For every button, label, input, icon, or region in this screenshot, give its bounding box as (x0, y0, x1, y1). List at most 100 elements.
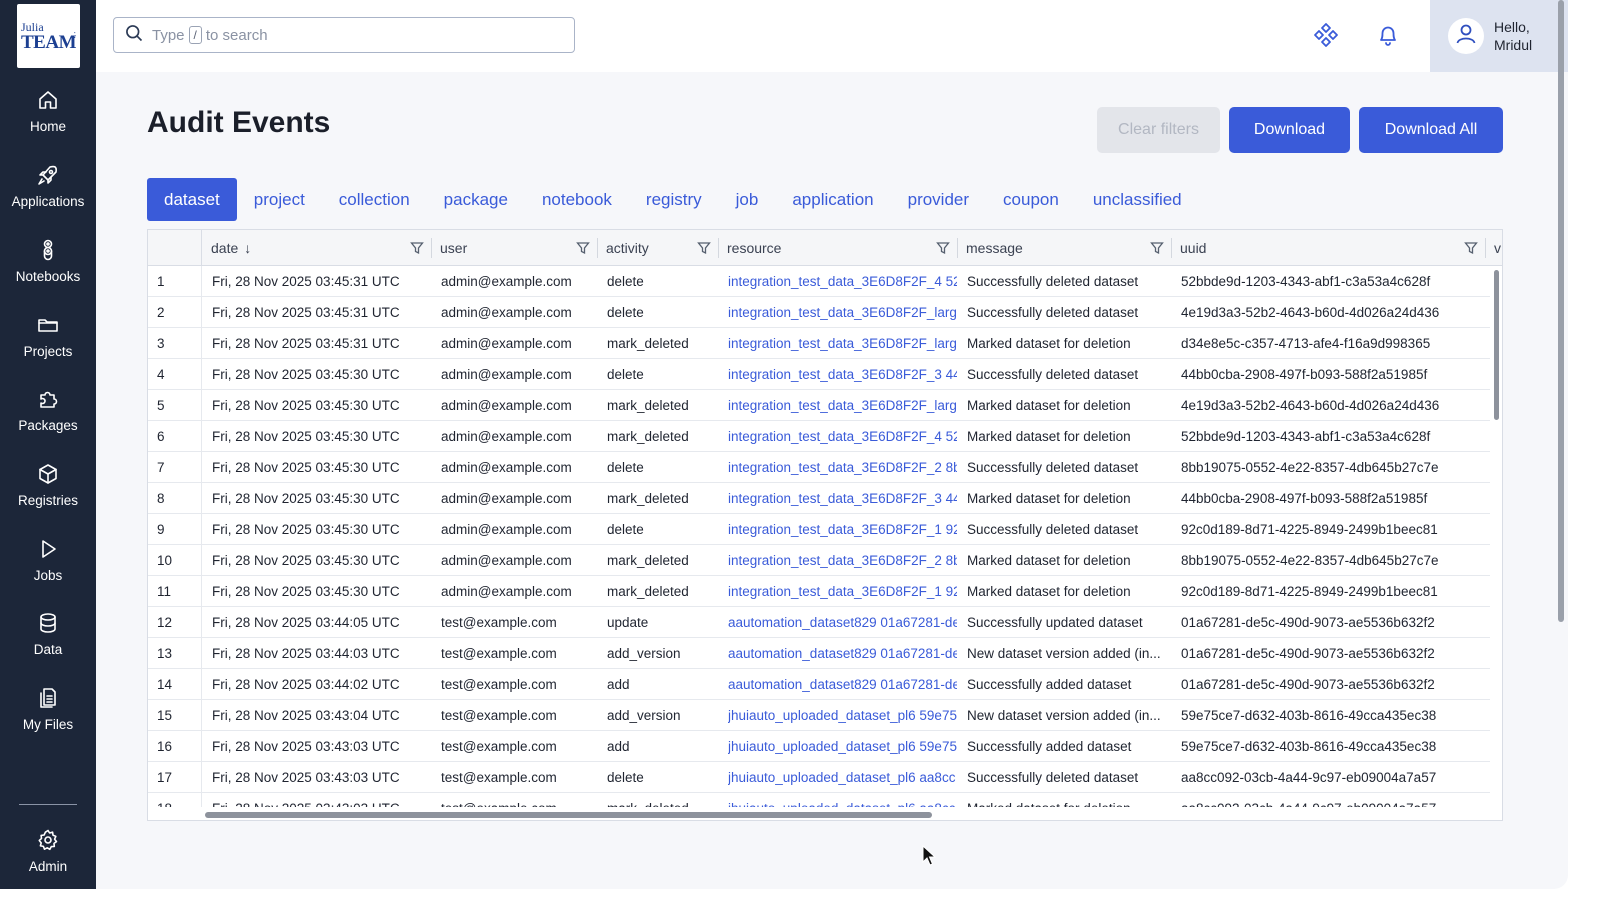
tab-dataset[interactable]: dataset (147, 178, 237, 221)
column-header-activity[interactable]: activity (598, 230, 719, 266)
message-cell: Marked dataset for deletion (967, 429, 1131, 444)
user-menu[interactable]: Hello, Mridul (1430, 0, 1568, 72)
tab-notebook[interactable]: notebook (525, 178, 629, 221)
message-cell: Marked dataset for deletion (967, 398, 1131, 413)
resource-link[interactable]: aautomation_dataset829 01a67281-de (728, 607, 957, 638)
download-button[interactable]: Download (1229, 107, 1350, 153)
message-cell: Successfully deleted dataset (967, 770, 1139, 785)
resource-link[interactable]: jhuiauto_uploaded_dataset_pl6 59e75 (728, 731, 957, 762)
sidebar-item-applications[interactable]: Applications (0, 159, 96, 229)
filter-icon[interactable] (1464, 241, 1478, 255)
filter-icon[interactable] (936, 241, 950, 255)
resource-link[interactable]: aautomation_dataset829 01a67281-de (728, 669, 957, 700)
sidebar-item-admin[interactable]: Admin (0, 824, 96, 889)
sidebar-item-label: My Files (22, 717, 74, 732)
table-row[interactable]: 2 Fri, 28 Nov 2025 03:45:31 UTC admin@exam… (148, 297, 1490, 328)
resource-link[interactable]: integration_test_data_3E6D8F2F_2 8b (728, 452, 957, 483)
table-row[interactable]: 1 Fri, 28 Nov 2025 03:45:31 UTC admin@exam… (148, 266, 1490, 297)
message-cell: New dataset version added (in... (967, 708, 1161, 723)
column-header-resource[interactable]: resource (719, 230, 958, 266)
column-header-v[interactable]: v (1486, 230, 1502, 266)
resource-link[interactable]: jhuiauto_uploaded_dataset_pl6 aa8cc (728, 793, 957, 807)
column-header-user[interactable]: user (432, 230, 598, 266)
table-row[interactable]: 4 Fri, 28 Nov 2025 03:45:30 UTC admin@exam… (148, 359, 1490, 390)
resource-link[interactable]: integration_test_data_3E6D8F2F_larg (728, 328, 957, 359)
user-cell: admin@example.com (441, 584, 572, 599)
resource-link[interactable]: integration_test_data_3E6D8F2F_2 8b (728, 545, 957, 576)
resource-link[interactable]: integration_test_data_3E6D8F2F_1 92 (728, 576, 957, 607)
page-scrollbar[interactable] (1558, 0, 1564, 622)
sidebar-item-label: Projects (23, 344, 73, 359)
uuid-cell: 44bb0cba-2908-497f-b093-588f2a51985f (1181, 491, 1428, 506)
date-cell: Fri, 28 Nov 2025 03:43:04 UTC (212, 708, 400, 723)
resource-link[interactable]: integration_test_data_3E6D8F2F_4 52 (728, 266, 957, 297)
resource-link[interactable]: integration_test_data_3E6D8F2F_3 44 (728, 359, 957, 390)
sort-descending-icon[interactable]: ↓ (244, 240, 251, 256)
column-header-message[interactable]: message (958, 230, 1172, 266)
table-horizontal-scrollbar[interactable] (205, 812, 932, 818)
filter-icon[interactable] (576, 241, 590, 255)
table-row[interactable]: 9 Fri, 28 Nov 2025 03:45:30 UTC admin@exam… (148, 514, 1490, 545)
table-row[interactable]: 17 Fri, 28 Nov 2025 03:43:03 UTC test@exam… (148, 762, 1490, 793)
table-row[interactable]: 12 Fri, 28 Nov 2025 03:44:05 UTC test@exam… (148, 607, 1490, 638)
tab-unclassified[interactable]: unclassified (1076, 178, 1199, 221)
sidebar-item-notebooks[interactable]: Notebooks (0, 234, 96, 304)
tab-package[interactable]: package (427, 178, 525, 221)
table-row[interactable]: 7 Fri, 28 Nov 2025 03:45:30 UTC admin@exam… (148, 452, 1490, 483)
table-row[interactable]: 11 Fri, 28 Nov 2025 03:45:30 UTC admin@exa… (148, 576, 1490, 607)
tab-registry[interactable]: registry (629, 178, 719, 221)
sidebar-item-projects[interactable]: Projects (0, 309, 96, 379)
table-row[interactable]: 18 Fri, 28 Nov 2025 03:43:03 UTC test@exam… (148, 793, 1490, 807)
table-row[interactable]: 10 Fri, 28 Nov 2025 03:45:30 UTC admin@exa… (148, 545, 1490, 576)
table-row[interactable]: 13 Fri, 28 Nov 2025 03:44:03 UTC test@exam… (148, 638, 1490, 669)
table-row[interactable]: 5 Fri, 28 Nov 2025 03:45:30 UTC admin@exam… (148, 390, 1490, 421)
tab-coupon[interactable]: coupon (986, 178, 1076, 221)
sidebar-item-packages[interactable]: Packages (0, 383, 96, 453)
clear-filters-button[interactable]: Clear filters (1097, 107, 1220, 153)
diamond-grid-icon[interactable] (1313, 22, 1339, 48)
resource-link[interactable]: jhuiauto_uploaded_dataset_pl6 aa8cc (728, 762, 957, 793)
column-header-date[interactable]: date ↓ (203, 230, 432, 266)
resource-link[interactable]: integration_test_data_3E6D8F2F_4 52 (728, 421, 957, 452)
uuid-cell: 59e75ce7-d632-403b-8616-49cca435ec38 (1181, 739, 1437, 754)
database-icon (36, 611, 60, 635)
table-vertical-scrollbar[interactable] (1494, 270, 1499, 420)
activity-cell: mark_deleted (607, 793, 718, 807)
table-row[interactable]: 8 Fri, 28 Nov 2025 03:45:30 UTC admin@exam… (148, 483, 1490, 514)
download-all-button[interactable]: Download All (1359, 107, 1503, 153)
table-row[interactable]: 16 Fri, 28 Nov 2025 03:43:03 UTC test@exam… (148, 731, 1490, 762)
julia-team-logo[interactable]: Julia TEAM ⁚ (17, 4, 80, 68)
filter-icon[interactable] (697, 241, 711, 255)
sidebar-item-registries[interactable]: Registries (0, 458, 96, 528)
filter-icon[interactable] (1150, 241, 1164, 255)
resource-link[interactable]: integration_test_data_3E6D8F2F_larg (728, 297, 957, 328)
table-row[interactable]: 3 Fri, 28 Nov 2025 03:45:31 UTC admin@exam… (148, 328, 1490, 359)
bell-icon[interactable] (1375, 22, 1401, 48)
column-header-uuid[interactable]: uuid (1172, 230, 1486, 266)
activity-cell: mark_deleted (607, 584, 689, 599)
resource-link[interactable]: integration_test_data_3E6D8F2F_1 92 (728, 514, 957, 545)
tab-application[interactable]: application (775, 178, 890, 221)
tab-collection[interactable]: collection (322, 178, 427, 221)
tab-project[interactable]: project (237, 178, 322, 221)
resource-link[interactable]: aautomation_dataset829 01a67281-de (728, 638, 957, 669)
sidebar-item-jobs[interactable]: Jobs (0, 533, 96, 603)
tab-provider[interactable]: provider (891, 178, 986, 221)
filter-icon[interactable] (410, 241, 424, 255)
table-row[interactable]: 15 Fri, 28 Nov 2025 03:43:04 UTC test@exam… (148, 700, 1490, 731)
row-index: 8 (148, 483, 202, 514)
greeting-text: Hello, (1494, 19, 1530, 35)
tab-job[interactable]: job (719, 178, 776, 221)
resource-link[interactable]: jhuiauto_uploaded_dataset_pl6 59e75 (728, 700, 957, 731)
table-row[interactable]: 6 Fri, 28 Nov 2025 03:45:30 UTC admin@exam… (148, 421, 1490, 452)
search-input[interactable]: Type / to search (113, 17, 575, 53)
resource-link[interactable]: integration_test_data_3E6D8F2F_larg (728, 390, 957, 421)
row-index: 11 (148, 576, 202, 607)
sidebar-item-my-files[interactable]: My Files (0, 682, 96, 752)
sidebar-item-data[interactable]: Data (0, 607, 96, 677)
table-row[interactable]: 14 Fri, 28 Nov 2025 03:44:02 UTC test@exam… (148, 669, 1490, 700)
sidebar-item-home[interactable]: Home (0, 84, 96, 154)
message-cell: Successfully deleted dataset (967, 305, 1139, 320)
resource-link[interactable]: integration_test_data_3E6D8F2F_3 44 (728, 483, 957, 514)
date-cell: Fri, 28 Nov 2025 03:44:03 UTC (212, 646, 400, 661)
